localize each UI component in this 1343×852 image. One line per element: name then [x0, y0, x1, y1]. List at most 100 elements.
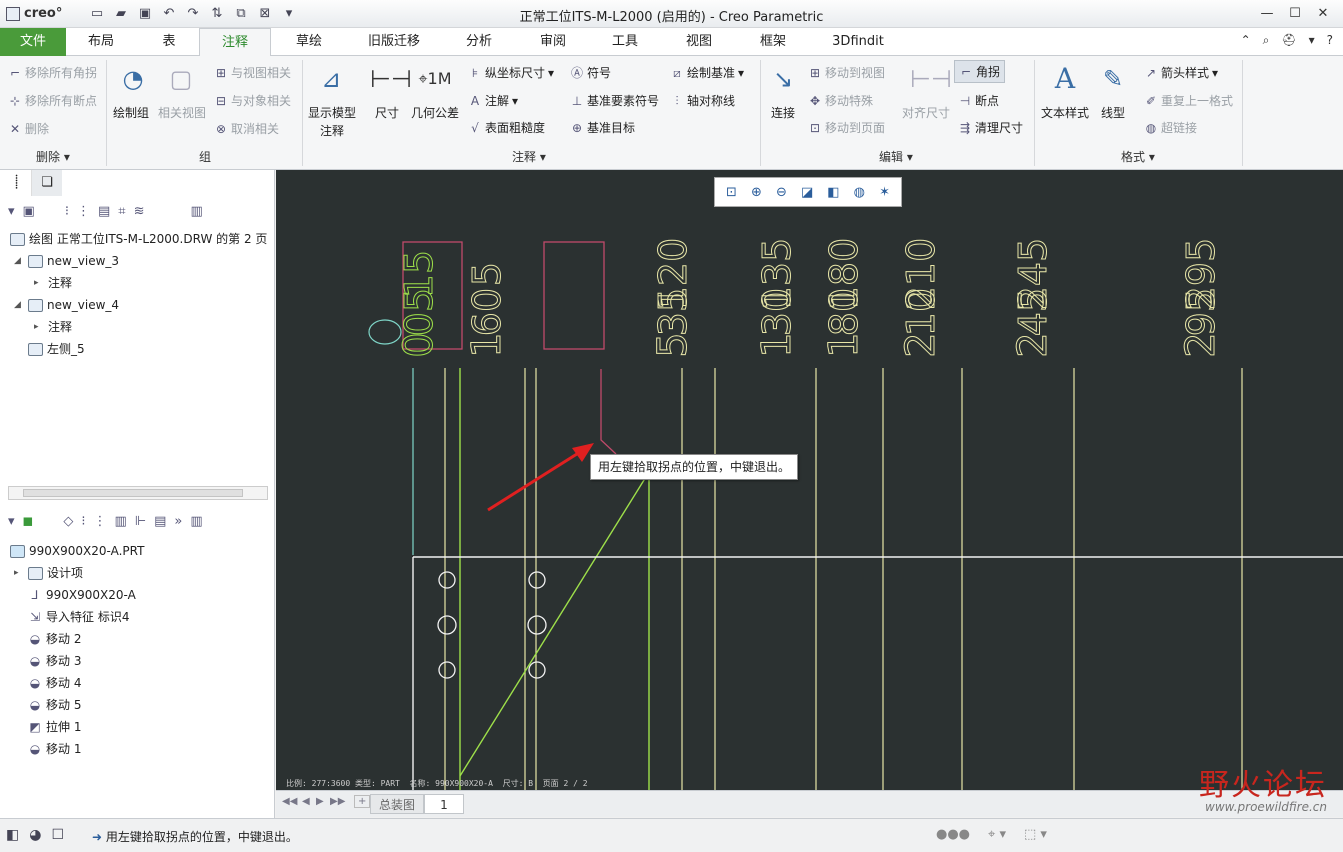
unrelate-button[interactable]: ⊗ 取消相关: [214, 120, 279, 137]
sheet-tab-page[interactable]: 1: [424, 794, 464, 814]
show-model-annotations-button[interactable]: 显示模型: [308, 104, 356, 121]
regen-status-icon[interactable]: ●●●: [936, 827, 970, 842]
related-view-button[interactable]: 相关视图: [158, 104, 206, 121]
tab-table[interactable]: 表: [140, 28, 198, 56]
drawing-canvas[interactable]: ⊡ ⊕ ⊖ ◪ ◧ ◍ ✶ 15 5 120 135 180 210 245 2…: [276, 170, 1343, 790]
relate-to-object-button[interactable]: ⊟ 与对象相关: [214, 92, 291, 109]
gtol-button[interactable]: 几何公差: [411, 104, 459, 121]
align-dimensions-button[interactable]: 对齐尺寸: [902, 104, 950, 121]
selection-filter-icon[interactable]: ⬚ ▾: [1024, 827, 1047, 842]
last-sheet-icon[interactable]: ▶▶: [330, 796, 345, 807]
tab-framework[interactable]: 框架: [744, 28, 802, 56]
chevron-down-icon[interactable]: ▾: [1309, 33, 1315, 48]
arrow-style-button[interactable]: ↗ 箭头样式 ▾: [1144, 64, 1218, 81]
dimension-label[interactable]: 45: [1011, 287, 1056, 336]
tree-item-new-view-3[interactable]: ◢ new_view_3: [14, 250, 119, 272]
tab-layout[interactable]: 布局: [72, 28, 130, 56]
move-to-view-button[interactable]: ⊞ 移动到视图: [808, 64, 885, 81]
tab-analysis[interactable]: 分析: [450, 28, 508, 56]
move-to-sheet-button[interactable]: ⊡ 移动到页面: [808, 119, 885, 136]
dimension-label[interactable]: 95: [1179, 287, 1224, 336]
navigator-toggle-icon[interactable]: ◧: [6, 827, 19, 843]
connect-button[interactable]: 连接: [771, 104, 795, 121]
maximize-icon[interactable]: ☐: [1281, 3, 1309, 25]
dimension-label[interactable]: 5: [650, 332, 697, 358]
dimension-button[interactable]: 尺寸: [375, 104, 399, 121]
note-button[interactable]: A 注解 ▾: [468, 92, 518, 109]
sheet-tab-assembly[interactable]: 总装图: [370, 794, 425, 814]
datum-feature-symbol-button[interactable]: ⊥ 基准要素符号: [570, 92, 659, 109]
tab-legacy-migration[interactable]: 旧版迁移: [356, 28, 432, 56]
search-icon[interactable]: ⌕: [1263, 33, 1270, 48]
tab-view[interactable]: 视图: [670, 28, 728, 56]
chevron-down-icon[interactable]: ▾: [8, 514, 15, 529]
dimension-label[interactable]: 60: [465, 287, 510, 336]
format-group-label[interactable]: 格式 ▾: [1121, 148, 1155, 165]
hole-circle[interactable]: [527, 615, 547, 635]
columns-icon[interactable]: ▥: [114, 514, 126, 529]
layers-stack-icon[interactable]: ≋: [134, 204, 145, 219]
close-icon[interactable]: ✕: [1309, 3, 1337, 25]
tab-file[interactable]: 文件: [0, 28, 66, 56]
surface-finish-button[interactable]: √ 表面粗糙度: [468, 119, 545, 136]
minimize-icon[interactable]: —: [1253, 3, 1281, 25]
find-icon[interactable]: ⌖ ▾: [988, 827, 1006, 842]
hole-circle[interactable]: [437, 615, 457, 635]
edit-group-label[interactable]: 编辑 ▾: [879, 148, 913, 165]
add-sheet-button[interactable]: +: [354, 795, 371, 808]
draw-group-button[interactable]: 绘制组: [113, 104, 149, 121]
sketch-datum-button[interactable]: ⧄ 绘制基准 ▾: [670, 64, 744, 81]
dimension-label[interactable]: 0: [396, 332, 443, 358]
symbol-button[interactable]: Ⓐ 符号: [570, 64, 611, 81]
repeat-last-format-button[interactable]: ✐ 重复上一格式: [1144, 92, 1233, 109]
dimension-label[interactable]: 05: [397, 287, 442, 336]
dimension-label[interactable]: 1: [821, 332, 868, 358]
tree-item-move-2[interactable]: ◒ 移动 2: [28, 628, 82, 650]
dimension-label[interactable]: 2: [898, 332, 945, 358]
selected-dimension-box[interactable]: [543, 241, 605, 350]
model-tree-tab[interactable]: ⸽: [2, 170, 32, 196]
settings-icon[interactable]: ▥: [191, 204, 203, 219]
tree-item-annotation[interactable]: ▸ 注释: [34, 316, 72, 338]
horizontal-scrollbar[interactable]: [8, 486, 268, 500]
part-icon[interactable]: ◼: [23, 514, 34, 529]
tree-item-part-root[interactable]: 990X900X20-A.PRT: [10, 540, 144, 562]
frame-icon[interactable]: ⌗: [118, 204, 125, 219]
table-icon[interactable]: ▤: [154, 514, 166, 529]
jog-button[interactable]: ⌐ 角拐: [954, 60, 1006, 83]
browser-toggle-icon[interactable]: ◕: [29, 827, 41, 843]
show-tree-icon[interactable]: ⁝: [65, 204, 69, 219]
tab-3dfindit[interactable]: 3Dfindit: [820, 28, 896, 56]
dimension-label[interactable]: 1: [754, 332, 801, 358]
line-style-button[interactable]: 线型: [1101, 104, 1125, 121]
dimension-label[interactable]: 30: [755, 287, 800, 336]
remove-all-breaks-button[interactable]: ⊹ 移除所有断点: [8, 92, 97, 109]
collapse-ribbon-icon[interactable]: ⌃: [1241, 33, 1251, 48]
hide-icon[interactable]: ◇: [63, 514, 73, 529]
help-menu-icon[interactable]: ⛑: [1281, 33, 1296, 48]
hyperlink-button[interactable]: ◍ 超链接: [1144, 119, 1197, 136]
tree-item-move-4[interactable]: ◒ 移动 4: [28, 672, 82, 694]
delete-button[interactable]: ✕ 删除: [8, 120, 49, 137]
relate-to-view-button[interactable]: ⊞ 与视图相关: [214, 64, 291, 81]
tree-item-drawing-root[interactable]: 绘图 正常工位ITS-M-L2000.DRW 的第 2 页: [10, 228, 267, 250]
more-icon[interactable]: »: [174, 514, 182, 529]
dimension-label[interactable]: 80: [822, 287, 867, 336]
dimension-label[interactable]: 2: [1178, 332, 1225, 358]
break-button[interactable]: ⊣ 断点: [958, 92, 999, 109]
tab-annotate[interactable]: 注释: [199, 28, 271, 57]
ordinate-dimension-button[interactable]: ⊧ 纵坐标尺寸 ▾: [468, 64, 554, 81]
fullscreen-icon[interactable]: ☐: [51, 827, 64, 843]
chevron-down-icon[interactable]: ▾: [8, 204, 15, 219]
settings-icon[interactable]: ▥: [190, 514, 202, 529]
datum-target-button[interactable]: ⊕ 基准目标: [570, 119, 635, 136]
delete-group-label[interactable]: 删除 ▾: [36, 148, 70, 165]
tree-item-extrude-1[interactable]: ◩ 拉伸 1: [28, 716, 81, 738]
cleanup-dimensions-button[interactable]: ⇶ 清理尺寸: [958, 119, 1023, 136]
tree-item-csys[interactable]: ⅃ 990X900X20-A: [28, 584, 136, 606]
show-tree-icon[interactable]: ⁝: [81, 514, 85, 529]
drawing-tree-icon[interactable]: ▣: [23, 204, 35, 219]
tree-item-left-5[interactable]: 左侧_5: [28, 338, 85, 360]
tree-item-move-5[interactable]: ◒ 移动 5: [28, 694, 82, 716]
tree-item-design-items[interactable]: ▸ 设计项: [14, 562, 83, 584]
